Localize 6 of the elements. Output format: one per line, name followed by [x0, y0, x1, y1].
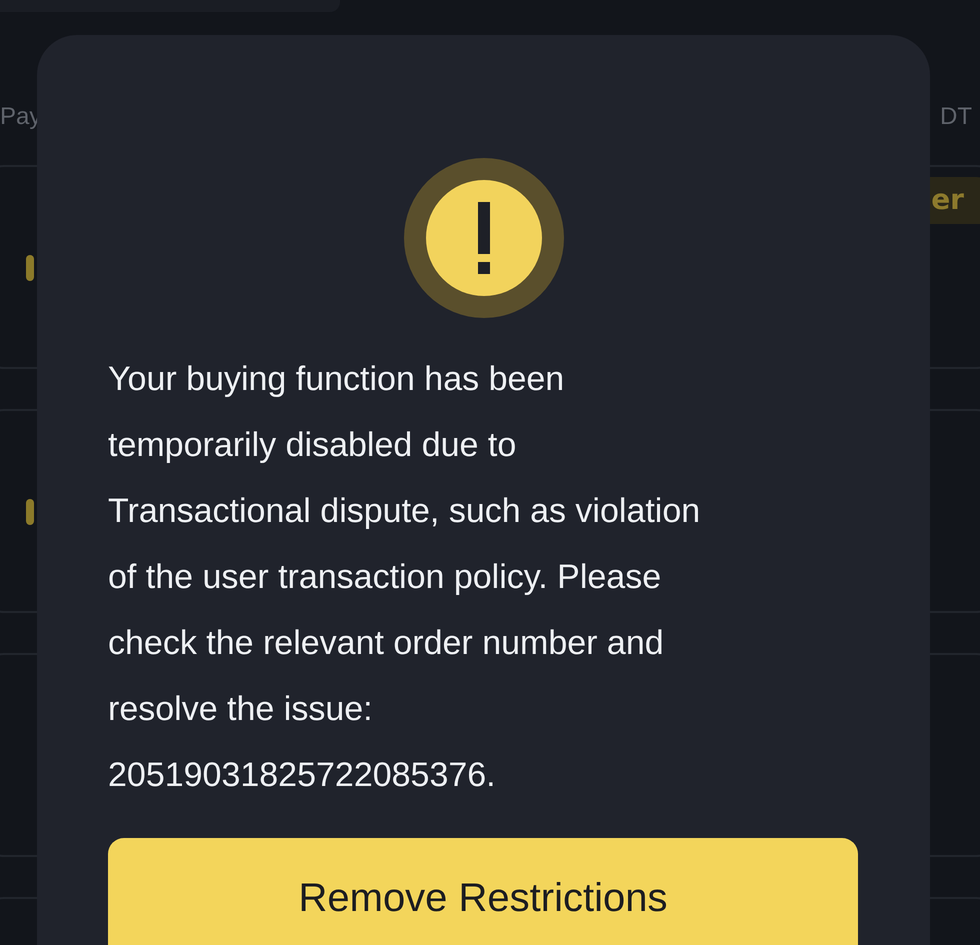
marker-icon	[26, 499, 34, 525]
marker-icon	[26, 255, 34, 281]
remove-restrictions-button[interactable]: Remove Restrictions	[108, 838, 858, 945]
restriction-message: Your buying function has been temporarily disabled due to Transactional dispute, such as violation of the user transaction policy. Please check the relevant order number and resolve the issue: 20519031825722085376.	[108, 359, 702, 796]
column-label: DT	[940, 103, 972, 131]
warning-icon	[404, 158, 564, 318]
